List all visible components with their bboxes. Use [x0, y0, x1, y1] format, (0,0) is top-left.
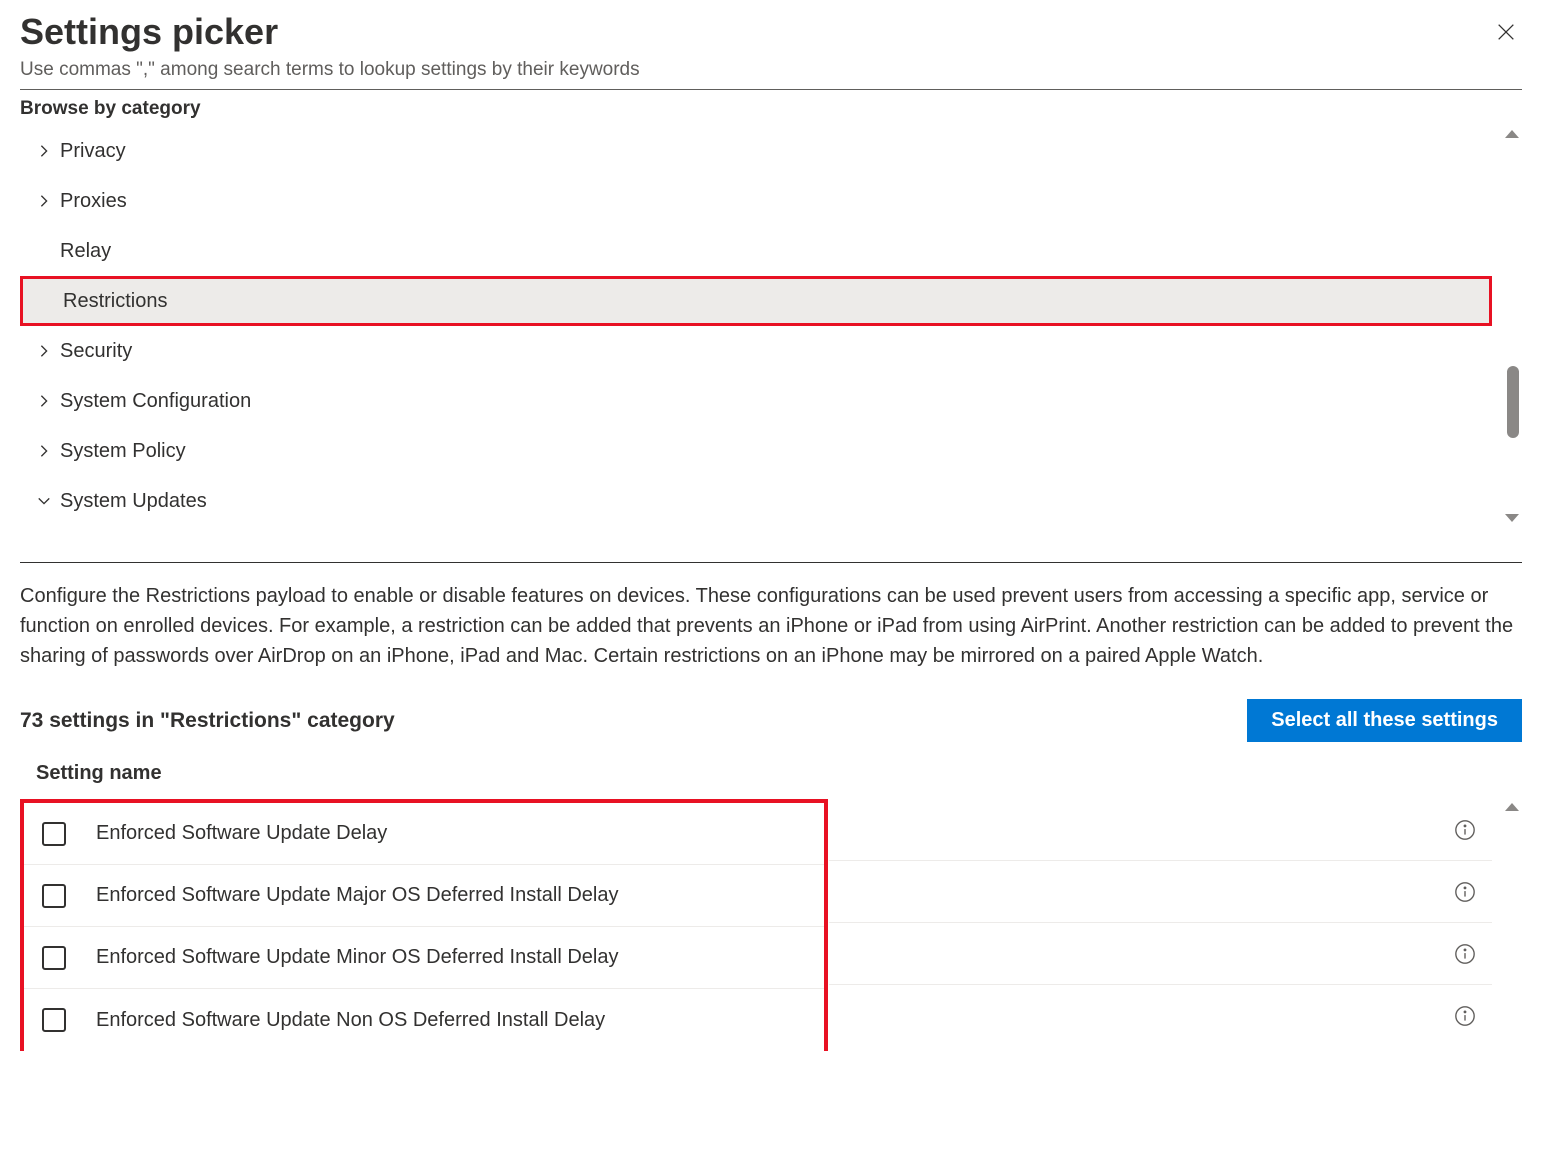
- scroll-up-icon[interactable]: [1505, 803, 1519, 811]
- setting-row[interactable]: Enforced Software Update Delay: [24, 803, 824, 865]
- setting-row-extend: [829, 799, 1492, 861]
- category-label: System Updates: [60, 490, 1492, 513]
- category-label: Restrictions: [63, 290, 1489, 313]
- category-item-system-policy[interactable]: System Policy: [20, 426, 1492, 476]
- settings-list: Enforced Software Update Delay Enforced …: [20, 799, 828, 1051]
- category-item-security[interactable]: Security: [20, 326, 1492, 376]
- category-scrollbar[interactable]: [1502, 126, 1522, 526]
- chevron-right-icon: [28, 144, 60, 158]
- setting-row[interactable]: Enforced Software Update Minor OS Deferr…: [24, 927, 824, 989]
- category-label: Privacy: [60, 140, 1492, 163]
- chevron-right-icon: [28, 444, 60, 458]
- category-item-proxies[interactable]: Proxies: [20, 176, 1492, 226]
- close-icon: [1495, 21, 1517, 43]
- chevron-down-icon: [28, 494, 60, 508]
- page-subtitle: Use commas "," among search terms to loo…: [20, 59, 1522, 81]
- category-item-privacy[interactable]: Privacy: [20, 126, 1492, 176]
- setting-row[interactable]: Enforced Software Update Non OS Deferred…: [24, 989, 824, 1051]
- category-item-system-configuration[interactable]: System Configuration: [20, 376, 1492, 426]
- category-label: Security: [60, 340, 1492, 363]
- info-icon[interactable]: [1454, 1005, 1476, 1027]
- category-item-system-updates[interactable]: System Updates: [20, 476, 1492, 526]
- setting-name: Enforced Software Update Minor OS Deferr…: [96, 946, 814, 969]
- chevron-right-icon: [28, 194, 60, 208]
- setting-checkbox[interactable]: [42, 884, 66, 908]
- category-list: Privacy Proxies Relay Restrictions S: [20, 126, 1522, 526]
- category-label: Relay: [60, 240, 1492, 263]
- category-item-restrictions[interactable]: Restrictions: [20, 276, 1492, 326]
- setting-name: Enforced Software Update Non OS Deferred…: [96, 1009, 814, 1032]
- scroll-up-icon[interactable]: [1505, 130, 1519, 138]
- info-icon[interactable]: [1454, 943, 1476, 965]
- select-all-button[interactable]: Select all these settings: [1247, 699, 1522, 742]
- setting-name: Enforced Software Update Major OS Deferr…: [96, 884, 814, 907]
- category-label: System Policy: [60, 440, 1492, 463]
- scroll-thumb[interactable]: [1507, 366, 1519, 438]
- section-divider: [20, 562, 1522, 563]
- info-icon[interactable]: [1454, 819, 1476, 841]
- category-description: Configure the Restrictions payload to en…: [0, 581, 1542, 671]
- info-icon[interactable]: [1454, 881, 1476, 903]
- category-item-relay[interactable]: Relay: [20, 226, 1492, 276]
- setting-name: Enforced Software Update Delay: [96, 822, 814, 845]
- setting-checkbox[interactable]: [42, 946, 66, 970]
- settings-scrollbar[interactable]: [1502, 799, 1522, 811]
- results-count: 73 settings in "Restrictions" category: [20, 709, 395, 733]
- setting-row-extend: [829, 985, 1492, 1047]
- scroll-down-icon[interactable]: [1505, 514, 1519, 522]
- category-label: Proxies: [60, 190, 1492, 213]
- chevron-right-icon: [28, 394, 60, 408]
- setting-row-extend: [829, 861, 1492, 923]
- page-title: Settings picker: [20, 10, 1522, 53]
- setting-row-extend: [829, 923, 1492, 985]
- results-bar: 73 settings in "Restrictions" category S…: [0, 671, 1542, 756]
- chevron-right-icon: [28, 344, 60, 358]
- close-button[interactable]: [1492, 18, 1520, 46]
- setting-checkbox[interactable]: [42, 822, 66, 846]
- setting-row[interactable]: Enforced Software Update Major OS Deferr…: [24, 865, 824, 927]
- category-label: System Configuration: [60, 390, 1492, 413]
- browse-by-category-label: Browse by category: [0, 90, 1542, 126]
- settings-column-header: Setting name: [0, 756, 1542, 799]
- setting-checkbox[interactable]: [42, 1008, 66, 1032]
- header: Settings picker Use commas "," among sea…: [0, 0, 1542, 81]
